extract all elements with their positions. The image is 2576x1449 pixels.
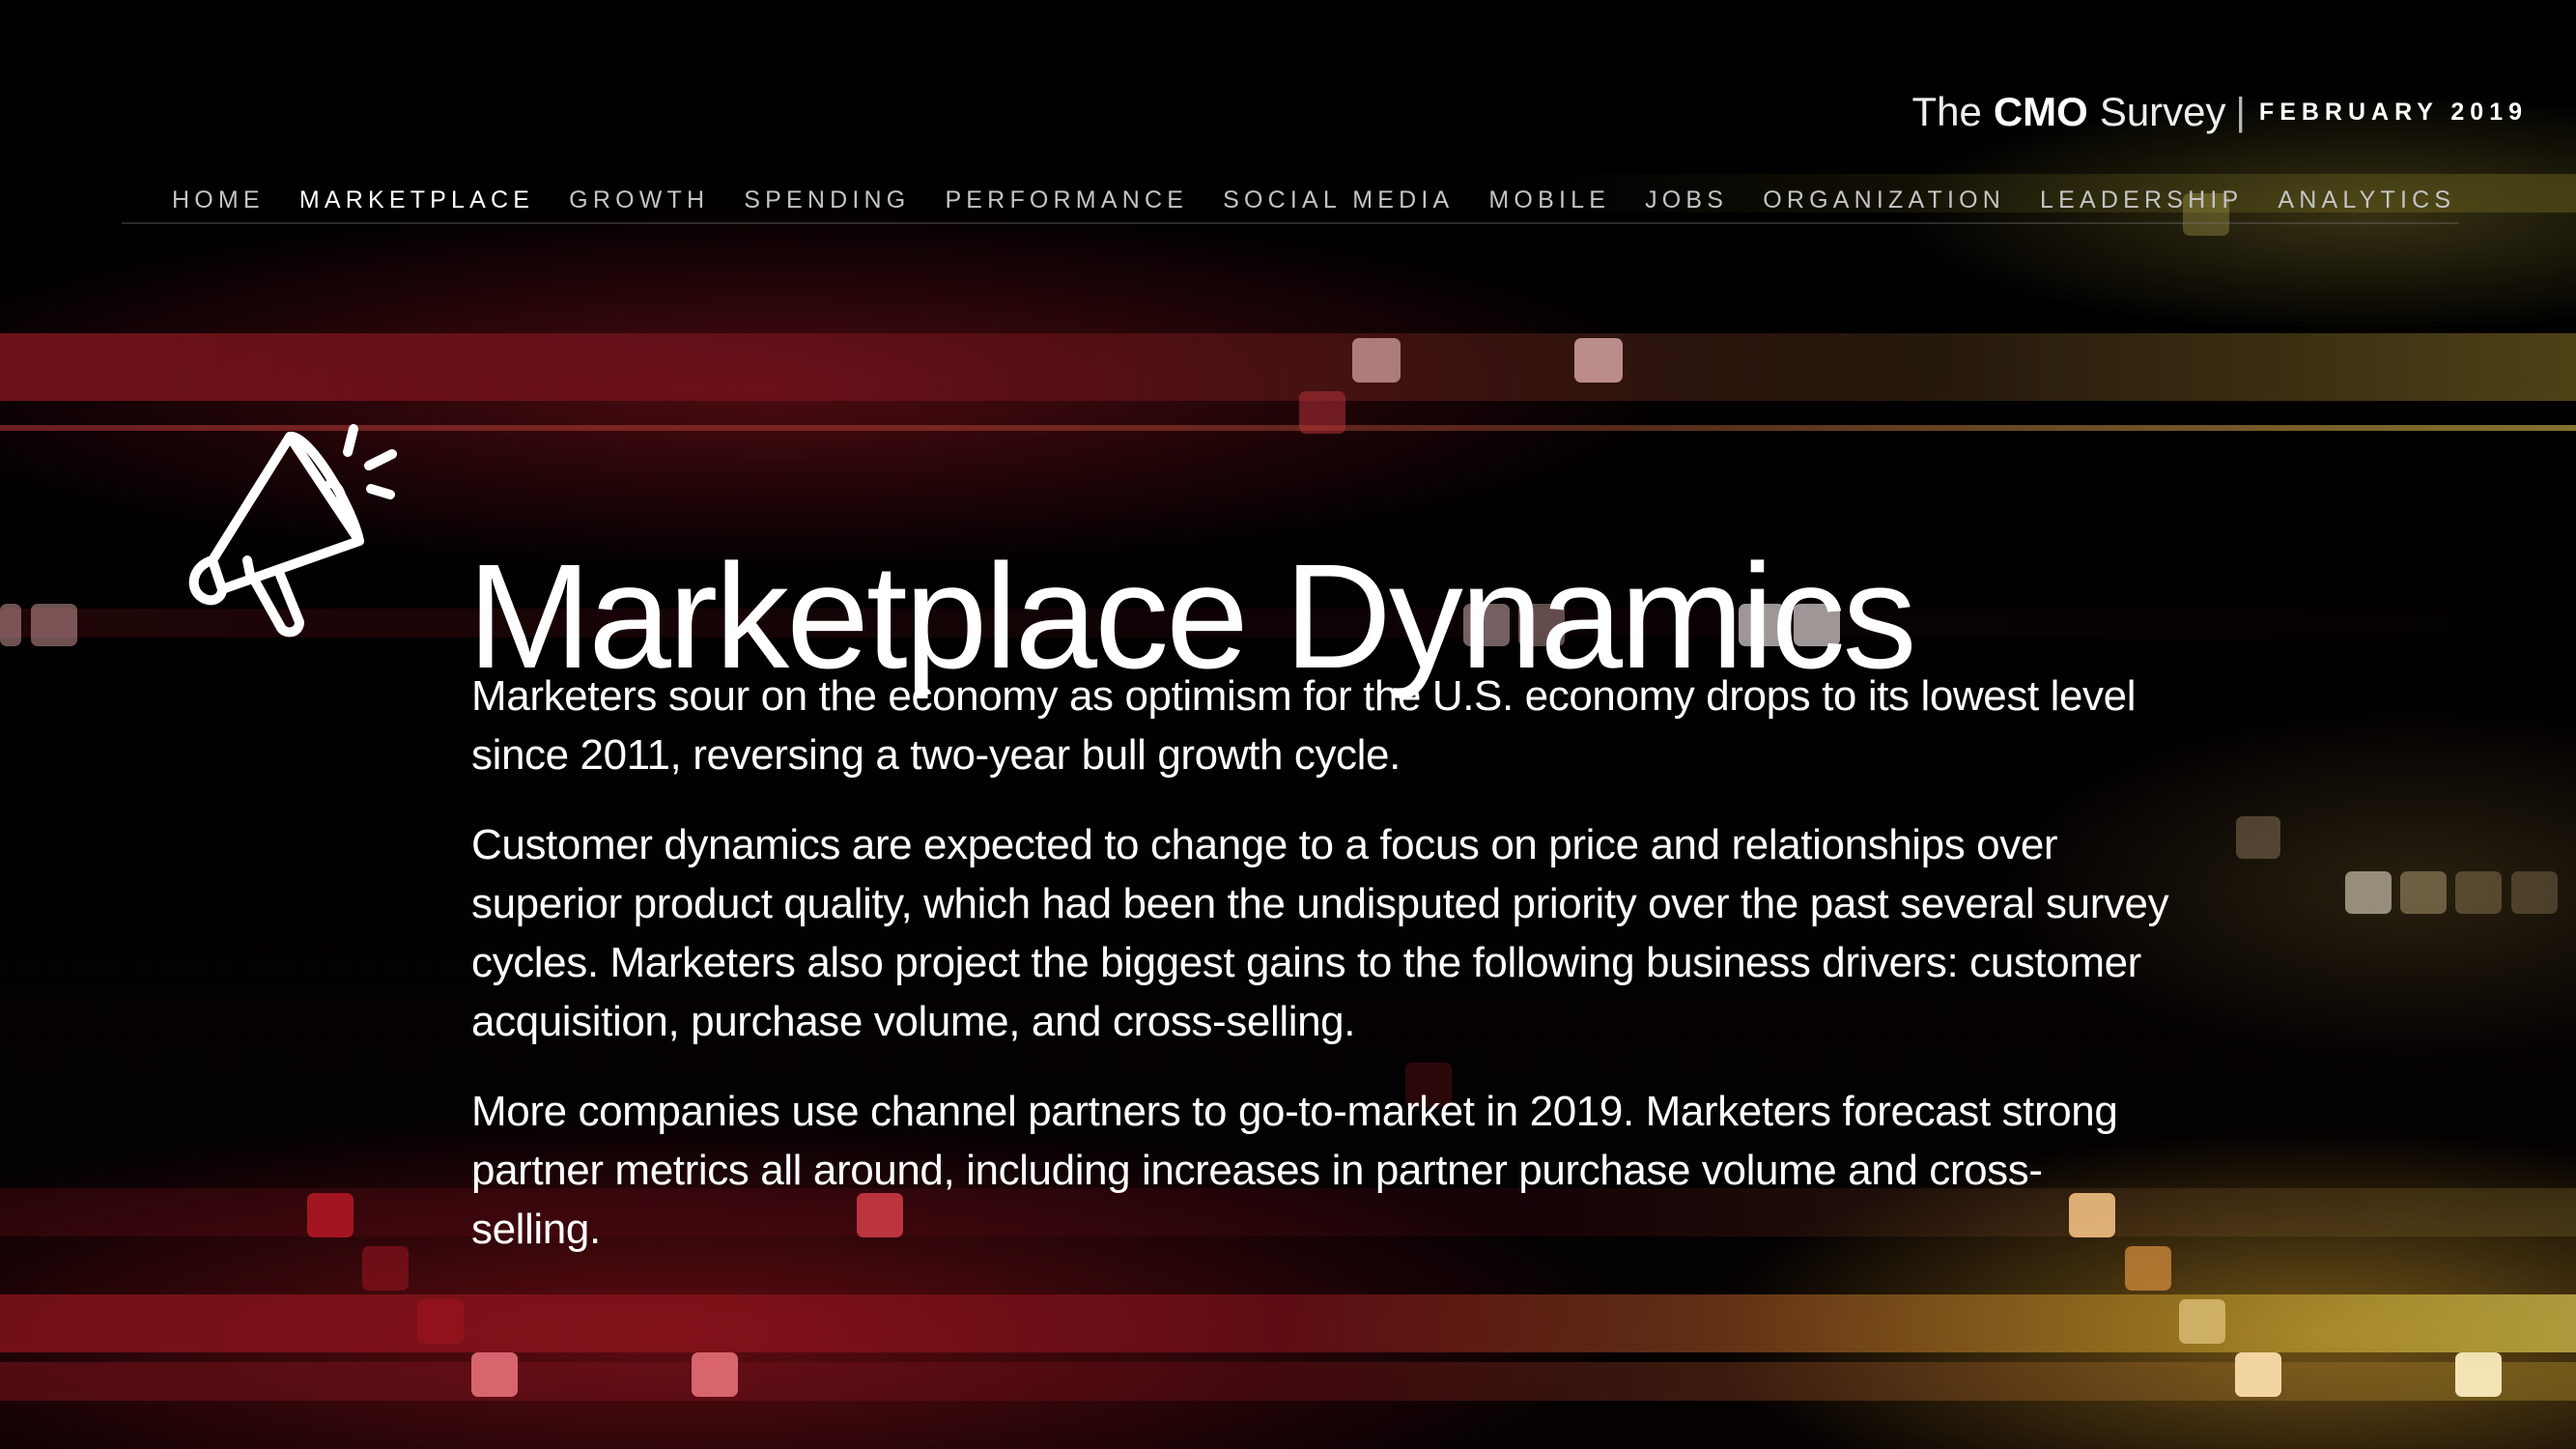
megaphone-icon bbox=[188, 424, 397, 638]
nav-item-marketplace[interactable]: MARKETPLACE bbox=[299, 184, 534, 216]
nav-item-performance[interactable]: PERFORMANCE bbox=[945, 184, 1188, 216]
summary-text: Marketers sour on the economy as optimis… bbox=[471, 667, 2171, 1290]
paragraph-customer-dynamics: Customer dynamics are expected to change… bbox=[471, 821, 2169, 1045]
nav-item-social-media[interactable]: SOCIAL MEDIA bbox=[1223, 184, 1454, 216]
paragraph-channel-partners: More companies use channel partners to g… bbox=[471, 1088, 2118, 1253]
nav-item-jobs[interactable]: JOBS bbox=[1645, 184, 1728, 216]
paragraph-economy: Marketers sour on the economy as optimis… bbox=[471, 672, 2137, 779]
nav-item-home[interactable]: HOME bbox=[172, 184, 265, 216]
nav-item-growth[interactable]: GROWTH bbox=[569, 184, 709, 216]
nav-item-organization[interactable]: ORGANIZATION bbox=[1763, 184, 2005, 216]
brand-separator: | bbox=[2235, 90, 2246, 133]
nav-item-spending[interactable]: SPENDING bbox=[744, 184, 910, 216]
nav-item-mobile[interactable]: MOBILE bbox=[1488, 184, 1610, 216]
edition-date: FEBRUARY 2019 bbox=[2258, 98, 2528, 126]
brand-prefix: The bbox=[1911, 89, 1982, 134]
brand-header: The CMO Survey | FEBRUARY 2019 bbox=[1911, 89, 2528, 135]
nav-item-analytics[interactable]: ANALYTICS bbox=[2278, 184, 2455, 216]
main-nav: HOME MARKETPLACE GROWTH SPENDING PERFORM… bbox=[122, 184, 2459, 224]
nav-item-leadership[interactable]: LEADERSHIP bbox=[2040, 184, 2243, 216]
brand-name: CMO bbox=[1993, 89, 2088, 134]
brand-suffix: Survey bbox=[2099, 89, 2226, 134]
